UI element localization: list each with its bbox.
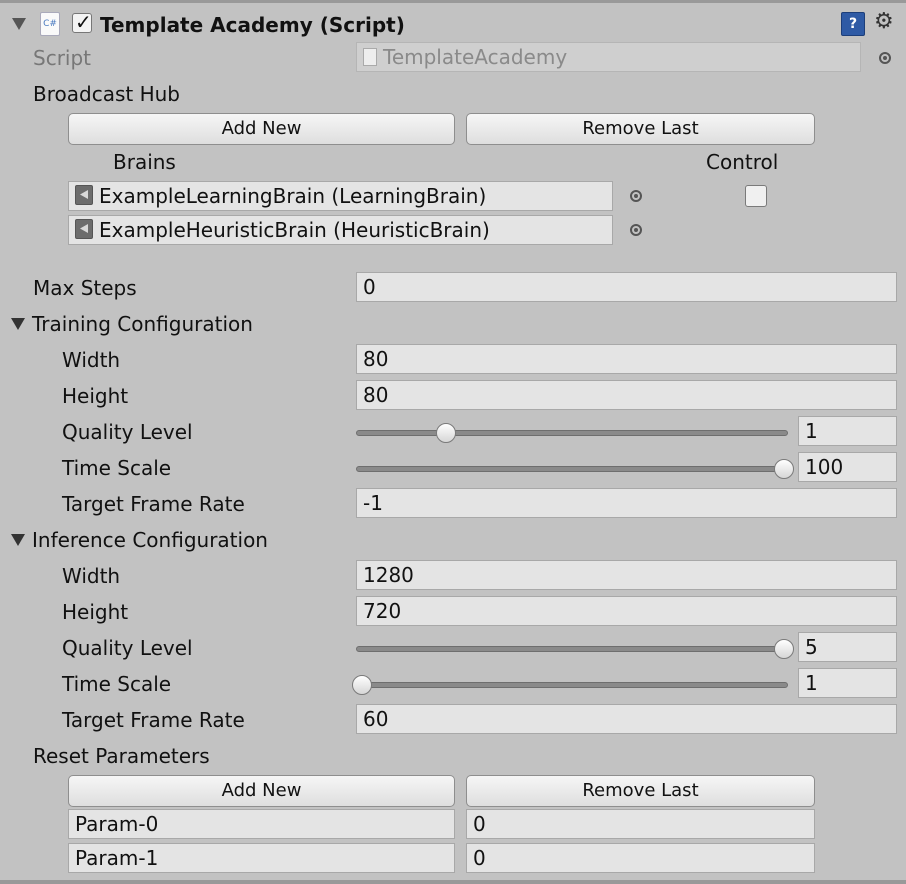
training-time-scale-slider-track[interactable]	[356, 466, 788, 472]
inference-height-field[interactable]: 720	[356, 596, 897, 626]
inference-configuration-label[interactable]: Inference Configuration	[32, 528, 268, 552]
reset-param-0-value-field[interactable]: 0	[466, 809, 815, 839]
inference-time-scale-field[interactable]: 1	[798, 668, 897, 698]
reset-parameters-add-new-button[interactable]: Add New	[68, 775, 455, 807]
training-foldout-arrow-icon[interactable]	[11, 318, 25, 330]
training-height-field[interactable]: 80	[356, 380, 897, 410]
brain-asset-icon	[75, 185, 93, 205]
csharp-script-icon: C#	[40, 12, 60, 36]
script-object-picker-icon[interactable]	[879, 52, 891, 64]
inference-quality-level-label: Quality Level	[62, 636, 193, 660]
broadcast-hub-add-new-button[interactable]: Add New	[68, 113, 455, 145]
inference-height-label: Height	[62, 600, 129, 624]
component-foldout-arrow-icon[interactable]	[12, 18, 26, 30]
inference-width-label: Width	[62, 564, 121, 588]
component-title: Template Academy (Script)	[100, 13, 405, 37]
help-book-icon[interactable]: ?	[841, 12, 865, 36]
training-quality-level-slider-thumb[interactable]	[436, 423, 457, 443]
brain-asset-icon	[75, 219, 93, 239]
script-file-icon	[363, 48, 377, 66]
training-time-scale-slider-thumb[interactable]	[774, 459, 794, 479]
inference-quality-level-slider-track[interactable]	[356, 646, 788, 652]
inference-time-scale-label: Time Scale	[62, 672, 172, 696]
training-target-frame-rate-field[interactable]: -1	[356, 488, 897, 518]
script-field-value: TemplateAcademy	[383, 45, 568, 69]
inference-time-scale-slider-thumb[interactable]	[352, 675, 372, 695]
inference-target-frame-rate-field[interactable]: 60	[356, 704, 897, 734]
control-column-header: Control	[706, 150, 779, 174]
brain-0-object-picker-icon[interactable]	[630, 190, 642, 202]
gear-icon[interactable]: ⚙	[874, 11, 894, 33]
inference-target-frame-rate-label: Target Frame Rate	[62, 708, 245, 732]
training-quality-level-label: Quality Level	[62, 420, 193, 444]
training-width-label: Width	[62, 348, 121, 372]
training-quality-level-slider-track[interactable]	[356, 430, 788, 436]
inference-quality-level-field[interactable]: 5	[798, 632, 897, 662]
brain-1-object-picker-icon[interactable]	[630, 224, 642, 236]
brain-field-1[interactable]: ExampleHeuristicBrain (HeuristicBrain)	[68, 215, 613, 245]
max-steps-label: Max Steps	[33, 276, 137, 300]
brain-name: ExampleLearningBrain (LearningBrain)	[99, 184, 487, 208]
max-steps-field[interactable]: 0	[356, 272, 897, 302]
training-quality-level-field[interactable]: 1	[798, 416, 897, 446]
brain-0-control-checkbox[interactable]	[745, 185, 767, 207]
script-field: TemplateAcademy	[356, 42, 861, 72]
checkmark-icon: ✓	[75, 10, 92, 34]
training-target-frame-rate-label: Target Frame Rate	[62, 492, 245, 516]
training-time-scale-field[interactable]: 100	[798, 452, 897, 482]
script-label: Script	[33, 46, 92, 70]
broadcast-hub-remove-last-button[interactable]: Remove Last	[466, 113, 815, 145]
inference-time-scale-slider-track[interactable]	[356, 682, 788, 688]
inference-width-field[interactable]: 1280	[356, 560, 897, 590]
broadcast-hub-label: Broadcast Hub	[33, 82, 180, 106]
bottom-divider	[0, 880, 906, 884]
top-divider	[0, 0, 906, 3]
reset-param-1-value-field[interactable]: 0	[466, 843, 815, 873]
brains-column-header: Brains	[113, 150, 176, 174]
component-enabled-checkbox[interactable]: ✓	[72, 10, 92, 34]
training-configuration-label[interactable]: Training Configuration	[32, 312, 253, 336]
training-height-label: Height	[62, 384, 129, 408]
reset-param-1-key-field[interactable]: Param-1	[68, 843, 455, 873]
brain-field-0[interactable]: ExampleLearningBrain (LearningBrain)	[68, 181, 613, 211]
reset-parameters-remove-last-button[interactable]: Remove Last	[466, 775, 815, 807]
inference-quality-level-slider-thumb[interactable]	[774, 639, 794, 659]
inference-foldout-arrow-icon[interactable]	[11, 534, 25, 546]
brain-name: ExampleHeuristicBrain (HeuristicBrain)	[99, 218, 490, 242]
training-width-field[interactable]: 80	[356, 344, 897, 374]
training-time-scale-label: Time Scale	[62, 456, 172, 480]
reset-parameters-label: Reset Parameters	[33, 744, 210, 768]
reset-param-0-key-field[interactable]: Param-0	[68, 809, 455, 839]
